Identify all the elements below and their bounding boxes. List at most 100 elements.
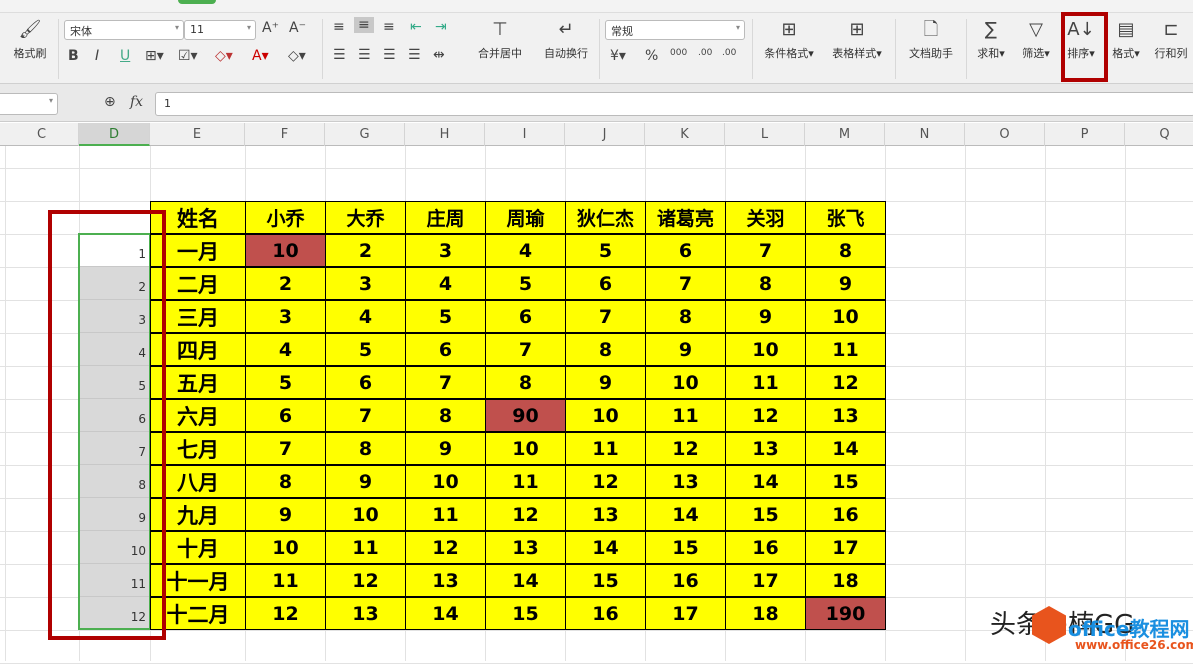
table-cell[interactable]: 12 <box>565 465 646 498</box>
table-cell[interactable]: 6 <box>405 333 486 366</box>
table-cell[interactable]: 7 <box>325 399 406 432</box>
table-cell[interactable]: 9 <box>645 333 726 366</box>
table-cell[interactable]: 13 <box>725 432 806 465</box>
column-header-Q[interactable]: Q <box>1125 123 1193 146</box>
table-cell[interactable]: 16 <box>725 531 806 564</box>
table-cell[interactable]: 9 <box>405 432 486 465</box>
doc-assistant-button[interactable]: 🗋 文档助手 <box>903 19 959 61</box>
table-cell[interactable]: 5 <box>325 333 406 366</box>
table-cell[interactable]: 5 <box>485 267 566 300</box>
align-right-icon[interactable]: ☰ <box>383 47 396 63</box>
wrap-text-button[interactable]: ↵ 自动换行 <box>538 19 594 61</box>
table-cell[interactable]: 14 <box>725 465 806 498</box>
table-cell[interactable]: 16 <box>805 498 886 531</box>
table-cell[interactable]: 11 <box>565 432 646 465</box>
align-left-icon[interactable]: ☰ <box>333 47 346 63</box>
bold-icon[interactable]: B <box>68 48 79 64</box>
table-cell[interactable]: 14 <box>485 564 566 597</box>
justify-icon[interactable]: ☰ <box>408 47 421 63</box>
table-cell[interactable]: 6 <box>245 399 326 432</box>
table-cell[interactable]: 5 <box>245 366 326 399</box>
column-header-O[interactable]: O <box>965 123 1045 146</box>
align-top-icon[interactable]: ≡ <box>333 19 345 35</box>
table-cell[interactable]: 11 <box>645 399 726 432</box>
table-cell[interactable]: 8 <box>805 234 886 267</box>
table-cell[interactable]: 13 <box>565 498 646 531</box>
table-cell[interactable]: 7 <box>245 432 326 465</box>
column-header-M[interactable]: M <box>805 123 885 146</box>
format-button[interactable]: ▤ 格式▾ <box>1108 19 1144 61</box>
table-cell[interactable]: 14 <box>565 531 646 564</box>
table-cell[interactable]: 7 <box>725 234 806 267</box>
table-cell[interactable]: 17 <box>805 531 886 564</box>
table-cell[interactable]: 4 <box>485 234 566 267</box>
column-header-P[interactable]: P <box>1045 123 1125 146</box>
table-cell[interactable]: 11 <box>485 465 566 498</box>
table-cell[interactable]: 11 <box>805 333 886 366</box>
table-cell[interactable]: 15 <box>805 465 886 498</box>
decrease-decimal-icon[interactable]: .00 <box>722 48 736 58</box>
table-cell[interactable]: 9 <box>725 300 806 333</box>
table-cell[interactable]: 10 <box>405 465 486 498</box>
eraser-icon[interactable]: ◇▾ <box>288 48 306 64</box>
table-cell[interactable]: 2 <box>325 234 406 267</box>
font-name-select[interactable]: 宋体 ▾ <box>64 20 184 40</box>
table-cell[interactable]: 13 <box>325 597 406 630</box>
font-size-select[interactable]: 11 ▾ <box>184 20 256 40</box>
number-format-select[interactable]: 常规 ▾ <box>605 20 745 40</box>
table-cell[interactable]: 14 <box>645 498 726 531</box>
table-cell[interactable]: 8 <box>325 432 406 465</box>
table-cell[interactable]: 6 <box>645 234 726 267</box>
table-cell[interactable]: 13 <box>485 531 566 564</box>
formula-input[interactable]: 1 <box>155 92 1193 116</box>
table-cell[interactable]: 6 <box>565 267 646 300</box>
column-header-E[interactable]: E <box>150 123 245 146</box>
decrease-font-icon[interactable]: A⁻ <box>289 20 306 36</box>
column-header-K[interactable]: K <box>645 123 725 146</box>
table-header-cell[interactable]: 狄仁杰 <box>565 201 646 234</box>
fx-icon[interactable]: fx <box>130 94 143 110</box>
column-header-H[interactable]: H <box>405 123 485 146</box>
table-cell[interactable]: 12 <box>245 597 326 630</box>
table-cell[interactable]: 12 <box>805 366 886 399</box>
zoom-icon[interactable]: ⊕ <box>104 94 116 110</box>
align-bottom-icon[interactable]: ≡ <box>383 19 395 35</box>
table-cell[interactable]: 18 <box>805 564 886 597</box>
table-cell[interactable]: 90 <box>485 399 566 432</box>
table-cell[interactable]: 7 <box>645 267 726 300</box>
table-cell[interactable]: 11 <box>325 531 406 564</box>
table-cell[interactable]: 8 <box>565 333 646 366</box>
table-cell[interactable]: 12 <box>405 531 486 564</box>
border-icon[interactable]: ⊞▾ <box>145 48 164 64</box>
table-cell[interactable]: 10 <box>325 498 406 531</box>
fill-color-icon[interactable]: ◇▾ <box>215 48 233 64</box>
table-cell[interactable]: 9 <box>805 267 886 300</box>
table-cell[interactable]: 16 <box>645 564 726 597</box>
column-header-F[interactable]: F <box>245 123 325 146</box>
table-cell[interactable]: 6 <box>325 366 406 399</box>
table-cell[interactable]: 5 <box>565 234 646 267</box>
table-cell[interactable]: 17 <box>645 597 726 630</box>
filter-button[interactable]: ▽ 筛选▾ <box>1016 19 1056 61</box>
column-header-I[interactable]: I <box>485 123 565 146</box>
table-cell[interactable]: 10 <box>485 432 566 465</box>
table-cell[interactable]: 15 <box>725 498 806 531</box>
table-cell[interactable]: 190 <box>805 597 886 630</box>
align-center-icon[interactable]: ☰ <box>358 47 371 63</box>
sum-button[interactable]: ∑ 求和▾ <box>972 19 1010 61</box>
table-header-cell[interactable]: 大乔 <box>325 201 406 234</box>
table-cell[interactable]: 13 <box>645 465 726 498</box>
table-cell[interactable]: 12 <box>485 498 566 531</box>
table-style-button[interactable]: ⊞ 表格样式▾ <box>826 19 888 61</box>
table-cell[interactable]: 10 <box>565 399 646 432</box>
table-cell[interactable]: 13 <box>805 399 886 432</box>
table-cell[interactable]: 9 <box>245 498 326 531</box>
table-cell[interactable]: 16 <box>565 597 646 630</box>
name-box[interactable]: ▾ <box>0 93 58 115</box>
table-cell[interactable]: 8 <box>245 465 326 498</box>
table-cell[interactable]: 6 <box>485 300 566 333</box>
cell-style-icon[interactable]: ☑▾ <box>178 48 198 64</box>
table-cell[interactable]: 3 <box>325 267 406 300</box>
column-header-J[interactable]: J <box>565 123 645 146</box>
table-cell[interactable]: 9 <box>565 366 646 399</box>
